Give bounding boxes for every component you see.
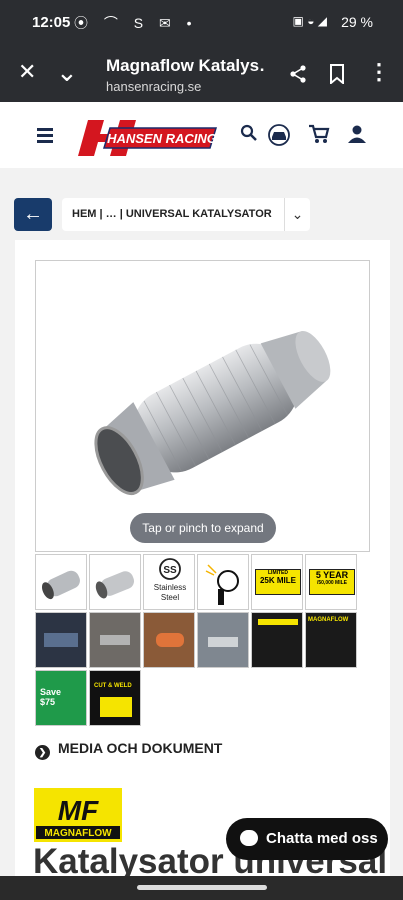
page-url[interactable]: hansenracing.se: [106, 79, 201, 94]
warranty-miles-label: 25K MILE: [259, 576, 296, 585]
thumbnail[interactable]: [35, 554, 87, 610]
cut-weld-promo-label: CUT & WELD: [94, 683, 132, 689]
warranty-years-label: 5 YEAR: [315, 570, 349, 580]
hansen-racing-logo[interactable]: HANSEN RACING: [70, 116, 218, 160]
system-nav-bar: [0, 876, 403, 900]
bookmark-icon[interactable]: [329, 64, 345, 84]
thumbnail[interactable]: [197, 554, 249, 610]
thumbnail[interactable]: LIMITED 25K MILE: [251, 554, 303, 610]
account-icon[interactable]: [347, 124, 367, 144]
status-bar: 12:05 ⦿ ⌒ S ✉ • ▣ ◒ ◢ 29 %: [0, 0, 403, 44]
thumbnail[interactable]: MAGNAFLOW: [305, 612, 357, 668]
close-icon[interactable]: ✕: [18, 60, 36, 84]
warranty-years-sub: /50,000 MILE: [316, 580, 347, 586]
thumbnail[interactable]: Save $75: [35, 670, 87, 726]
thumbnail[interactable]: [251, 612, 303, 668]
search-icon[interactable]: [240, 124, 258, 142]
thumbnail[interactable]: [89, 554, 141, 610]
thumbnail[interactable]: CUT & WELD: [89, 670, 141, 726]
svg-text:SS: SS: [163, 565, 177, 576]
chevron-down-icon[interactable]: ⌄: [284, 198, 310, 231]
svg-text:MF: MF: [58, 795, 99, 826]
magnaflow-thumb-label: MAGNAFLOW: [308, 617, 349, 623]
thumbnail[interactable]: 5 YEAR /50,000 MILE: [305, 554, 357, 610]
thumbnail[interactable]: [89, 612, 141, 668]
media-section-label: MEDIA OCH DOKUMENT: [58, 740, 223, 756]
battery-level: 29 %: [341, 14, 373, 30]
stainless-steel-label: Stainless Steel: [153, 583, 187, 602]
cart-icon[interactable]: [308, 124, 330, 144]
browser-toolbar: ✕ ⌄ Magnaflow Katalys… hansenracing.se ⋮: [0, 44, 403, 102]
thumbnail[interactable]: [35, 612, 87, 668]
save-promo-label: Save $75: [40, 687, 62, 707]
thumbnail[interactable]: SS Stainless Steel: [143, 554, 195, 610]
share-icon[interactable]: [288, 64, 308, 84]
breadcrumb[interactable]: HEM | … | UNIVERSAL KATALYSATOR ⌄: [62, 198, 310, 231]
svg-text:MAGNAFLOW: MAGNAFLOW: [44, 828, 112, 839]
expand-hint: Tap or pinch to expand: [130, 513, 276, 543]
chat-button-label: Chatta med oss: [266, 830, 378, 847]
home-gesture-handle[interactable]: [137, 885, 267, 890]
status-right-icons: ▣ ◒ ◢: [292, 14, 327, 28]
hamburger-menu-icon[interactable]: [37, 128, 53, 143]
product-card: Tap or pinch to expand SS Stainless Stee…: [15, 240, 390, 881]
main-product-image[interactable]: Tap or pinch to expand: [35, 260, 370, 552]
breadcrumb-text[interactable]: HEM | … | UNIVERSAL KATALYSATOR: [72, 208, 272, 220]
chevron-down-icon[interactable]: ⌄: [56, 59, 78, 85]
chevron-right-icon: ❯: [35, 745, 50, 760]
magnaflow-logo[interactable]: MF MAGNAFLOW: [34, 788, 122, 842]
page-title: Magnaflow Katalys…: [106, 56, 266, 75]
notification-icons: ⦿ ⌒ S ✉ •: [74, 15, 198, 31]
catalytic-converter-image: [94, 330, 331, 495]
more-menu-icon[interactable]: ⋮: [368, 60, 390, 84]
status-time: 12:05: [32, 14, 71, 31]
thumbnail[interactable]: [143, 612, 195, 668]
chat-bubble-icon: [240, 830, 258, 846]
cut-weld-icon: [205, 564, 239, 605]
back-button[interactable]: ←: [14, 198, 52, 231]
media-section-toggle[interactable]: ❯ MEDIA OCH DOKUMENT: [35, 740, 222, 760]
chat-button[interactable]: Chatta med oss: [226, 818, 388, 860]
site-header: HANSEN RACING: [0, 102, 403, 168]
svg-text:HANSEN RACING: HANSEN RACING: [107, 131, 217, 146]
vehicle-select-icon[interactable]: [266, 124, 292, 146]
thumbnail[interactable]: [197, 612, 249, 668]
